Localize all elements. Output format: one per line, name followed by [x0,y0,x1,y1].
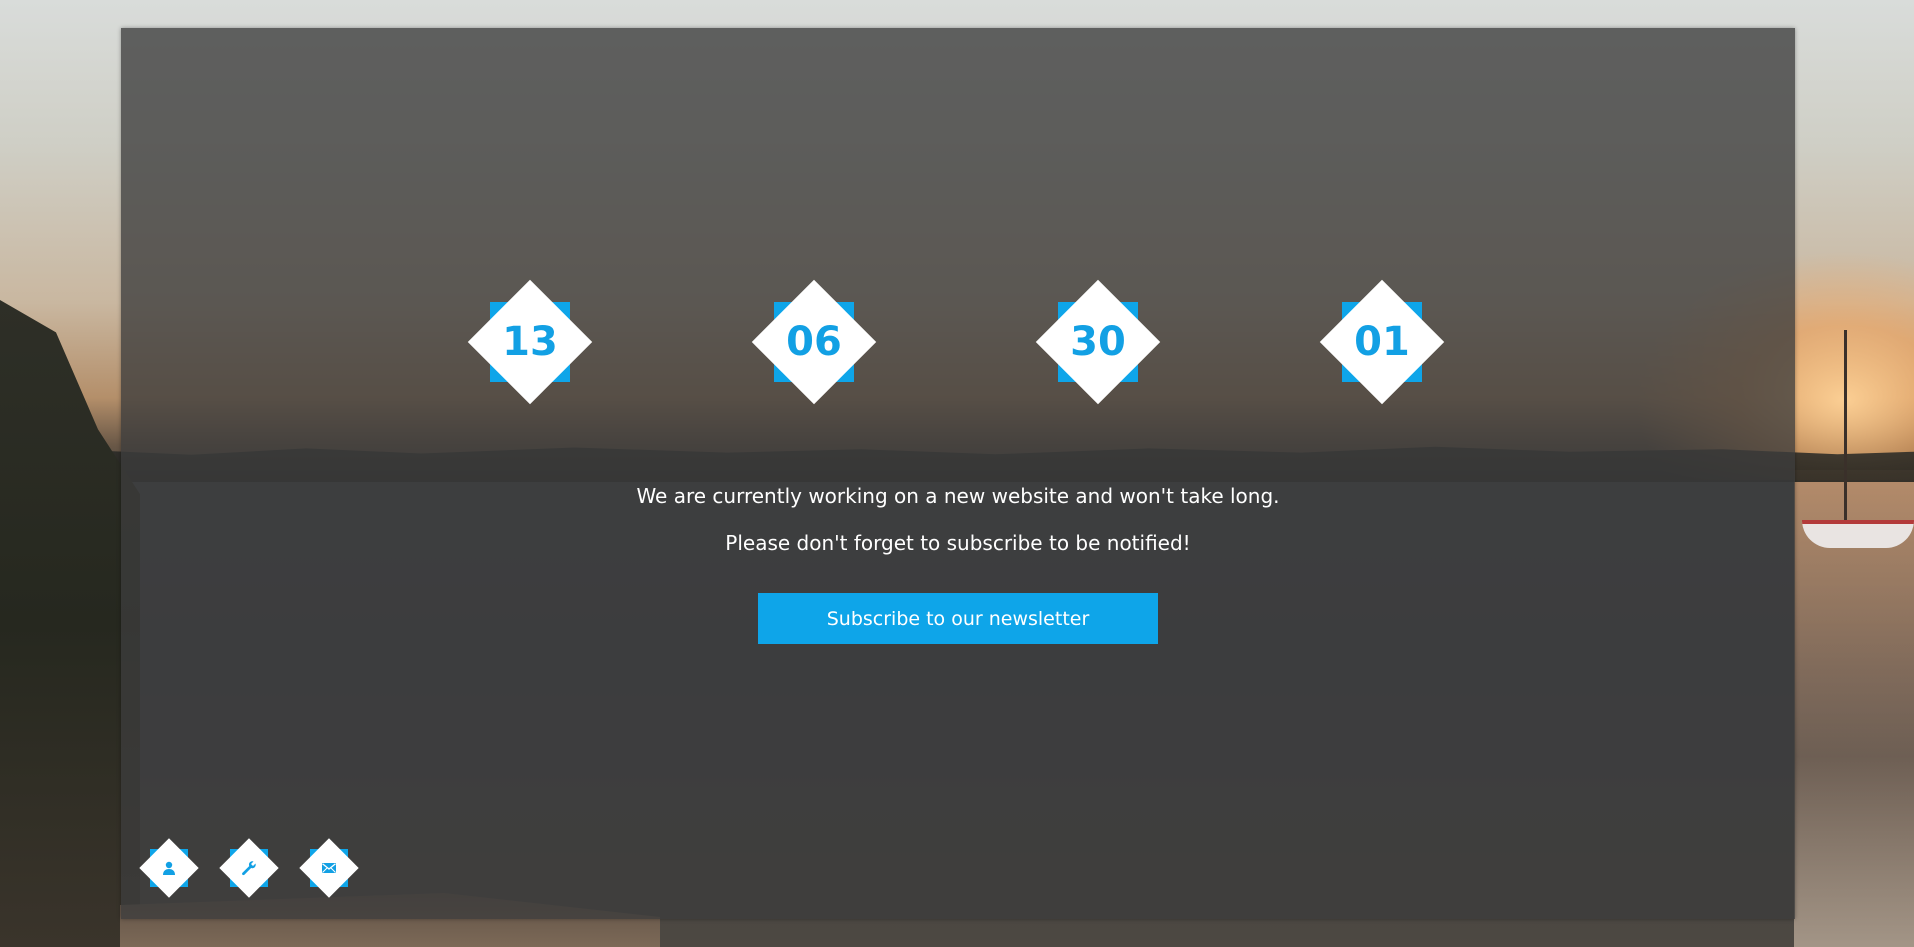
user-icon [163,861,175,875]
social-settings-link[interactable] [219,838,279,898]
shore-vegetation [0,300,140,947]
sailboat-hull [1802,520,1914,548]
countdown-value: 13 [502,319,558,365]
social-user-link[interactable] [139,838,199,898]
countdown-item: 13 [467,279,593,405]
countdown-value: 06 [786,319,842,365]
sailboat [1794,330,1914,560]
countdown-item: 06 [751,279,877,405]
countdown-value: 01 [1354,319,1410,365]
countdown-item: 30 [1035,279,1161,405]
countdown-value: 30 [1070,319,1126,365]
envelope-icon [322,863,336,873]
content-panel: 13 06 30 01 We are currently working on … [121,28,1795,919]
status-message: We are currently working on a new websit… [636,484,1280,508]
subscribe-reminder: Please don't forget to subscribe to be n… [725,531,1191,555]
countdown-item: 01 [1319,279,1445,405]
sailboat-mast [1844,330,1847,525]
social-contact-link[interactable] [299,838,359,898]
subscribe-button[interactable]: Subscribe to our newsletter [758,593,1158,644]
wrench-icon [242,861,256,876]
